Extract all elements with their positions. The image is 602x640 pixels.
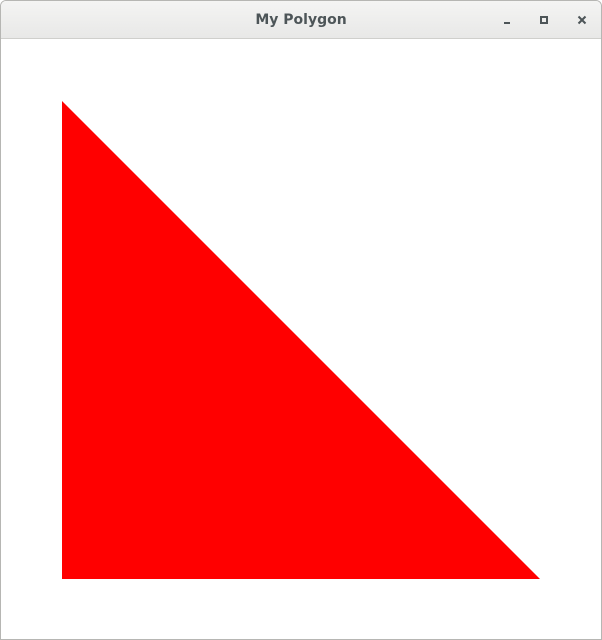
red-triangle-polygon <box>62 101 540 579</box>
minimize-icon <box>504 22 510 24</box>
polygon-canvas-svg <box>62 101 540 579</box>
close-icon <box>577 15 587 25</box>
close-button[interactable] <box>570 8 594 32</box>
maximize-button[interactable] <box>532 8 556 32</box>
application-window: My Polygon <box>0 0 602 640</box>
title-bar[interactable]: My Polygon <box>1 1 601 39</box>
minimize-button[interactable] <box>495 8 519 32</box>
maximize-icon <box>540 16 548 24</box>
drawing-canvas <box>1 39 601 639</box>
